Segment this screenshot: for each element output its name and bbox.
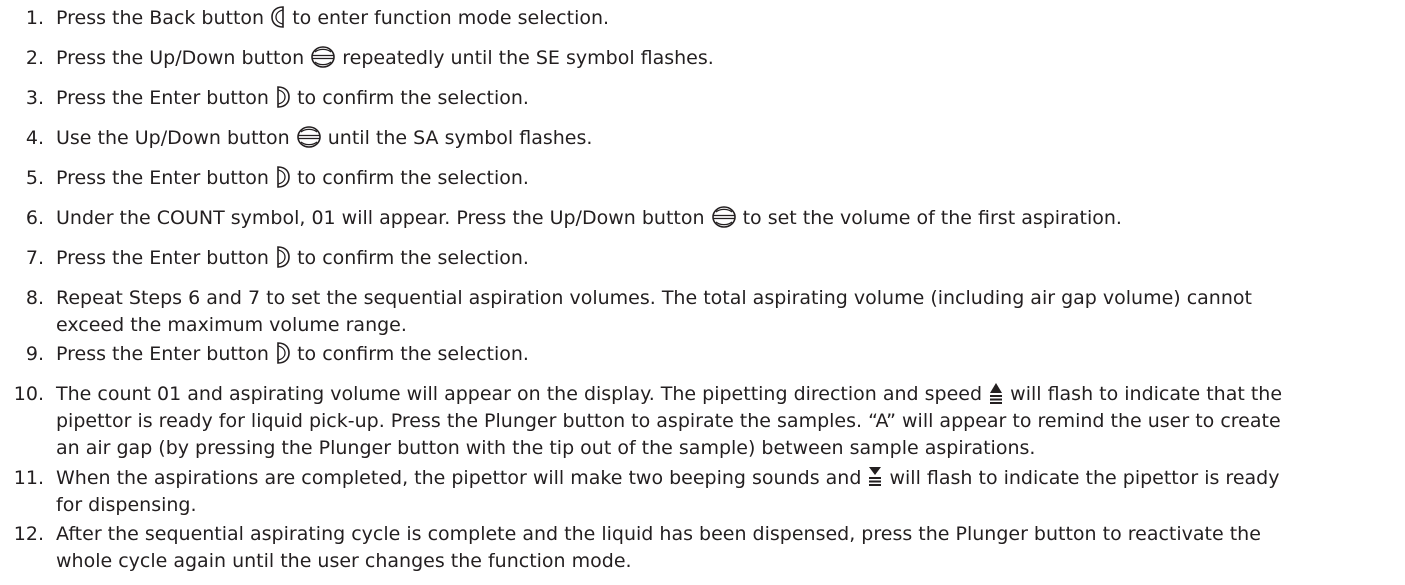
- step-number: 5.: [25, 167, 44, 189]
- step-number: 3.: [25, 87, 44, 109]
- step-text: to set the volume of the first aspiratio…: [742, 207, 1122, 229]
- step-text: exceed the maximum volume range.: [56, 314, 407, 336]
- step-number: 7.: [25, 247, 44, 269]
- step-number: 11.: [13, 467, 44, 489]
- step-text: to confirm the selection.: [297, 343, 529, 365]
- step-text: Under the COUNT symbol, 01 will appear. …: [56, 207, 705, 229]
- step-number: 12.: [13, 523, 44, 545]
- step-text: Use the Up/Down button: [56, 127, 290, 149]
- step-text: The count 01 and aspirating volume will …: [56, 383, 983, 405]
- up-down-button-icon: [296, 126, 321, 148]
- aspirate-direction-icon: [989, 382, 1003, 404]
- step-text: to enter function mode selection.: [292, 7, 610, 29]
- step-text: repeatedly until the SE symbol flashes.: [342, 47, 714, 69]
- step-text: pipettor is ready for liquid pick-up. Pr…: [56, 410, 1281, 432]
- step-text: Repeat Steps 6 and 7 to set the sequenti…: [56, 287, 1252, 309]
- dispense-direction-icon: [868, 466, 882, 488]
- step-number: 4.: [25, 127, 44, 149]
- enter-button-icon: [276, 342, 290, 364]
- step-text: until the SA symbol flashes.: [327, 127, 593, 149]
- step-text: for dispensing.: [56, 494, 197, 516]
- step-text: will flash to indicate the pipettor is r…: [889, 467, 1280, 489]
- step-number: 9.: [25, 343, 44, 365]
- instruction-list: 1. Press the Back button to enter functi…: [0, 0, 1405, 585]
- up-down-button-icon: [311, 46, 336, 68]
- step-number: 1.: [25, 7, 44, 29]
- step-text: When the aspirations are completed, the …: [56, 467, 862, 489]
- step-text: After the sequential aspirating cycle is…: [56, 523, 1261, 545]
- enter-button-icon: [276, 246, 290, 268]
- step-number: 8.: [25, 287, 44, 309]
- step-number: 2.: [25, 47, 44, 69]
- step-text: Press the Back button: [56, 7, 265, 29]
- step-text: an air gap (by pressing the Plunger butt…: [56, 437, 1036, 459]
- step-text: will flash to indicate that the: [1010, 383, 1283, 405]
- enter-button-icon: [276, 86, 290, 108]
- back-button-icon: [271, 6, 285, 28]
- step-text: to confirm the selection.: [297, 167, 529, 189]
- enter-button-icon: [276, 166, 290, 188]
- step-text: Press the Up/Down button: [56, 47, 305, 69]
- step-text: to confirm the selection.: [297, 87, 529, 109]
- step-text: whole cycle again until the user changes…: [56, 550, 632, 572]
- step-text: Press the Enter button: [56, 343, 269, 365]
- up-down-button-icon: [711, 206, 736, 228]
- step-number: 6.: [25, 207, 44, 229]
- step-text: Press the Enter button: [56, 247, 269, 269]
- step-number: 10.: [13, 383, 44, 405]
- step-text: Press the Enter button: [56, 167, 269, 189]
- step-text: to confirm the selection.: [297, 247, 529, 269]
- step-text: Press the Enter button: [56, 87, 269, 109]
